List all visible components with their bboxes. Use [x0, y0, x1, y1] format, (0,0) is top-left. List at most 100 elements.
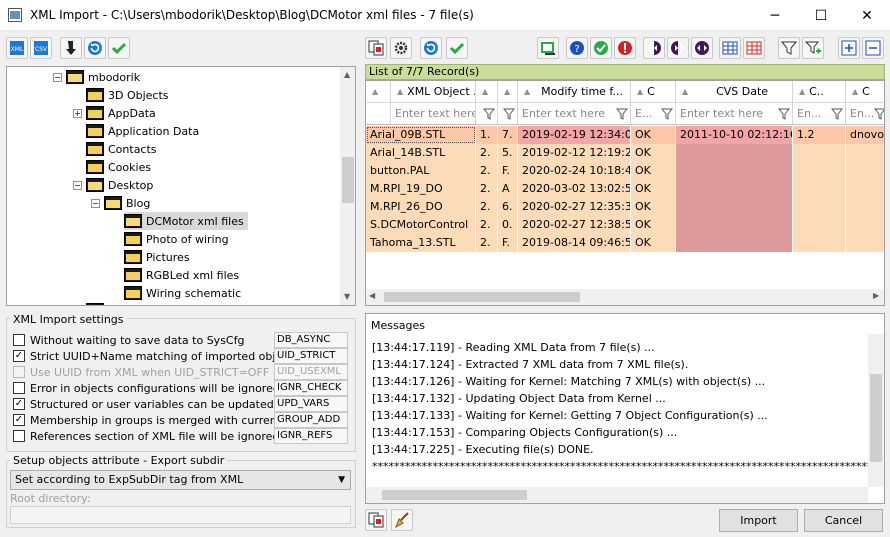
tree-node[interactable]: Pictures	[124, 248, 190, 266]
funnel-icon[interactable]	[830, 108, 844, 120]
collapse-toggle[interactable]: −	[91, 198, 100, 208]
grid-view-button[interactable]	[719, 37, 741, 59]
checkbox[interactable]	[13, 366, 25, 378]
tree-node[interactable]: Cookies	[86, 158, 151, 176]
scroll-up-icon[interactable]: ▲	[344, 70, 350, 79]
both-diff-button[interactable]	[691, 37, 713, 59]
records-grid[interactable]: ▲ ▲ XML Object ... Enter text here ▲ ▲ ▲ Modify…	[365, 80, 885, 306]
column-header[interactable]: ▲	[498, 81, 518, 103]
navigate-down-button[interactable]	[60, 37, 82, 59]
tree-node-selected[interactable]: DCMotor xml files	[124, 212, 248, 230]
table-row[interactable]: M.RPI_19_DO 2. A 2020-03-02 13:02:53 OK	[366, 180, 884, 198]
copy-messages-button[interactable]	[365, 509, 387, 531]
import-xml-button[interactable]: XML	[6, 37, 28, 59]
error-status-button[interactable]	[614, 37, 636, 59]
funnel-icon[interactable]	[502, 108, 516, 120]
setting-option[interactable]: Without waiting to save data to SysCfg	[13, 332, 244, 348]
column-header[interactable]: ▲ Modify time f...	[518, 81, 631, 103]
checkbox[interactable]: ✓	[13, 350, 25, 362]
checkbox[interactable]	[13, 334, 25, 346]
column-filter-input[interactable]	[498, 103, 518, 125]
next-diff-button[interactable]	[667, 37, 689, 59]
checkbox[interactable]: ✓	[13, 414, 25, 426]
folder-tree[interactable]: − mbodorik 3D Objects + AppData Applicatio…	[6, 66, 356, 306]
funnel-icon[interactable]	[482, 108, 496, 120]
tree-node[interactable]: 3D Objects	[86, 86, 169, 104]
ok-status-button[interactable]	[590, 37, 612, 59]
column-header[interactable]: ▲ C	[631, 81, 676, 103]
copy-button[interactable]	[365, 37, 387, 59]
grid-color-button[interactable]	[743, 37, 765, 59]
tree-node[interactable]: Contacts	[86, 140, 157, 158]
setting-option[interactable]: Use UUID from XML when UID_STRICT=OFF	[13, 364, 269, 380]
tree-scroll-thumb[interactable]	[342, 157, 354, 203]
tree-node[interactable]: + AppData	[73, 104, 156, 122]
scroll-left-icon[interactable]: ◀	[369, 291, 375, 300]
messages-vscrollbar[interactable]	[868, 334, 884, 487]
table-row[interactable]: button.PAL 2. F. 2020-02-24 10:18:47 OK	[366, 162, 884, 180]
close-button[interactable]: ✕	[844, 0, 890, 31]
grid-hscrollbar[interactable]: ◀ ▶	[366, 289, 884, 305]
tree-node-partial[interactable]	[86, 301, 108, 305]
apply-button[interactable]	[108, 37, 130, 59]
tree-scrollbar[interactable]: ▲ ▼	[340, 67, 355, 305]
tree-node[interactable]: Photo of wiring	[124, 230, 229, 248]
messages-scroll-thumb[interactable]	[870, 374, 882, 462]
root-directory-input[interactable]	[10, 506, 351, 524]
table-row[interactable]: S.DCMotorControl 2. 0. 2020-02-27 12:38:51 O…	[366, 216, 884, 234]
table-row[interactable]: Arial_09B.STL 1. 7. 2019-02-19 12:34:00 OK 20…	[366, 126, 884, 144]
column-filter-input[interactable]	[366, 103, 391, 125]
column-filter-input[interactable]: Enter text here	[391, 103, 476, 125]
scroll-down-icon[interactable]: ▼	[344, 292, 350, 301]
messages-hscrollbar[interactable]	[366, 487, 868, 503]
checkbox[interactable]	[13, 430, 25, 442]
help-button[interactable]: ?	[566, 37, 588, 59]
filter-button[interactable]	[778, 37, 800, 59]
grid-apply-button[interactable]	[446, 37, 468, 59]
funnel-icon[interactable]	[615, 108, 629, 120]
checkbox[interactable]: ✓	[13, 398, 25, 410]
setting-option[interactable]: Error in objects configurations will be …	[13, 380, 280, 396]
collapse-toggle[interactable]: −	[73, 180, 82, 190]
funnel-icon[interactable]	[660, 108, 674, 120]
funnel-icon[interactable]	[874, 108, 884, 120]
column-header[interactable]: ▲ CVS Date	[676, 81, 793, 103]
expand-toggle[interactable]: +	[73, 108, 82, 118]
scroll-right-icon[interactable]: ▶	[873, 291, 879, 300]
add-filter-button[interactable]	[802, 37, 824, 59]
settings-button[interactable]	[390, 37, 412, 59]
table-row[interactable]: Arial_14B.STL 2. 5. 2019-02-12 12:19:21 OK	[366, 144, 884, 162]
setting-option[interactable]: ✓ Membership in groups is merged with cur…	[13, 412, 281, 428]
collapse-toggle[interactable]: −	[53, 72, 62, 82]
messages-hscroll-thumb[interactable]	[382, 490, 527, 500]
maximize-button[interactable]: ☐	[798, 0, 844, 31]
column-header[interactable]: ▲ C..	[793, 81, 846, 103]
cancel-button[interactable]: Cancel	[804, 509, 883, 532]
clear-messages-button[interactable]	[391, 509, 413, 531]
checkbox[interactable]	[13, 382, 25, 394]
column-filter-input[interactable]: E...	[631, 103, 676, 125]
column-header[interactable]: ▲ XML Object ...	[391, 81, 476, 103]
tree-node[interactable]: Application Data	[86, 122, 199, 140]
column-filter-input[interactable]: En...	[846, 103, 884, 125]
table-row[interactable]: Tahoma_13.STL 2. F. 2019-08-14 09:46:52 OK	[366, 234, 884, 252]
column-filter-input[interactable]: Enter text here	[518, 103, 631, 125]
prev-diff-button[interactable]	[643, 37, 665, 59]
column-header[interactable]: ▲	[476, 81, 498, 103]
grid-refresh-button[interactable]	[420, 37, 442, 59]
expand-all-button[interactable]	[838, 37, 860, 59]
column-header[interactable]: ▲	[366, 81, 391, 103]
export-button[interactable]	[537, 37, 559, 59]
column-filter-input[interactable]	[476, 103, 498, 125]
column-filter-input[interactable]: En...	[793, 103, 846, 125]
grid-scroll-thumb[interactable]	[384, 292, 580, 302]
column-header[interactable]: ▲ C	[846, 81, 884, 103]
tree-node[interactable]: − mbodorik	[53, 68, 140, 86]
tree-node[interactable]: − Blog	[91, 194, 150, 212]
setting-option[interactable]: References section of XML file will be i…	[13, 428, 279, 444]
export-subdir-select[interactable]: Set according to ExpSubDir tag from XML …	[10, 470, 351, 490]
import-csv-button[interactable]: CSV	[30, 37, 52, 59]
tree-node[interactable]: RGBLed xml files	[124, 266, 239, 284]
setting-option[interactable]: ✓ Strict UUID+Name matching of imported o…	[13, 348, 298, 364]
import-button[interactable]: Import	[719, 509, 798, 532]
